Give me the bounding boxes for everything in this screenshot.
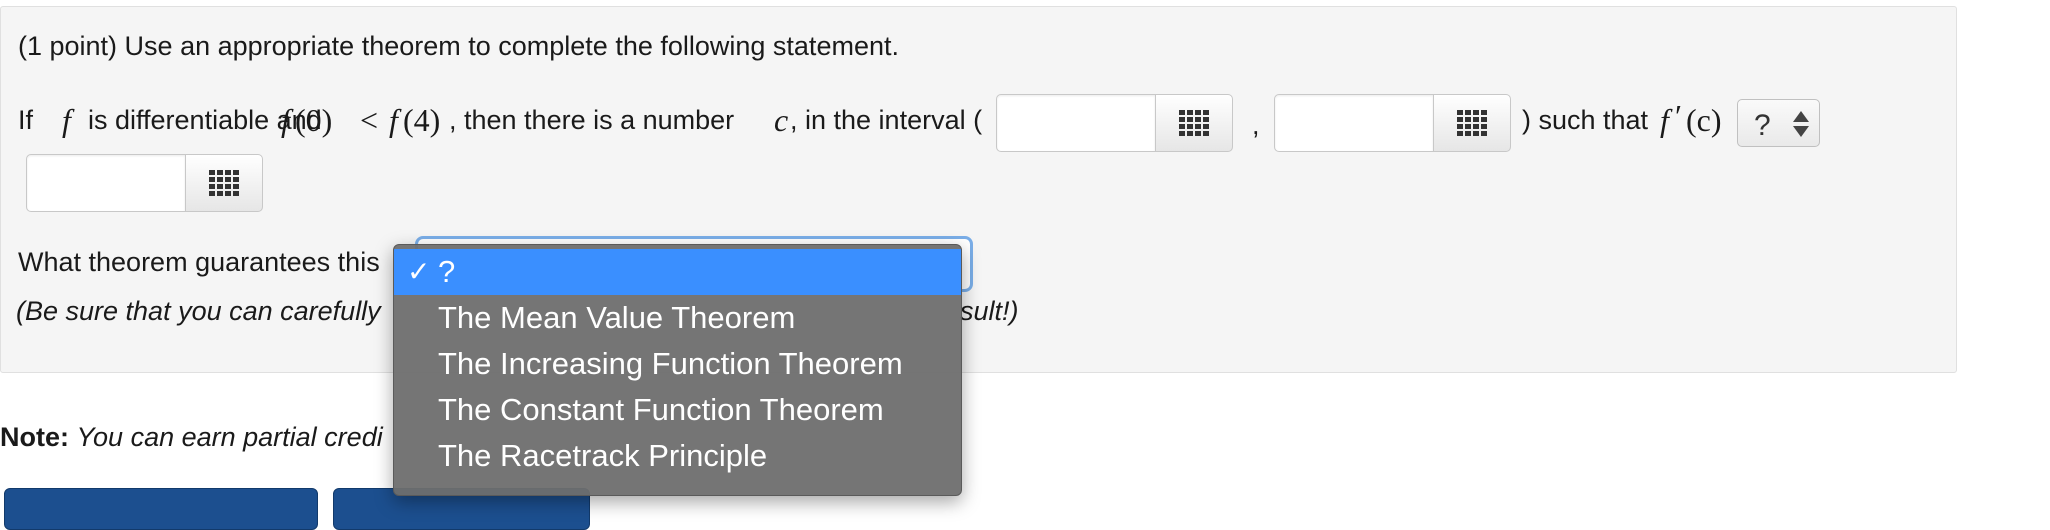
interval-comma: , bbox=[1252, 110, 1260, 140]
up-down-arrows-icon bbox=[1793, 110, 1809, 138]
dropdown-option-label: ? bbox=[438, 254, 456, 289]
dropdown-option-placeholder[interactable]: ✓ ? bbox=[394, 249, 961, 295]
note-label: Note: bbox=[0, 422, 69, 452]
preview-answers-button[interactable] bbox=[4, 488, 318, 530]
theorem-dropdown-menu: ✓ ? The Mean Value Theorem The Increasin… bbox=[393, 244, 962, 496]
math-f: f bbox=[62, 102, 71, 138]
note-line: Note: You can earn partial credi bbox=[0, 424, 383, 451]
dropdown-option-label: The Increasing Function Theorem bbox=[438, 346, 903, 381]
dropdown-option-label: The Mean Value Theorem bbox=[438, 300, 796, 335]
derivative-value-input[interactable] bbox=[26, 154, 186, 212]
dropdown-option-constant-function-theorem[interactable]: The Constant Function Theorem bbox=[394, 387, 961, 433]
dropdown-option-racetrack-principle[interactable]: The Racetrack Principle bbox=[394, 433, 961, 479]
note-text: You can earn partial credi bbox=[76, 422, 383, 452]
checkmark-icon: ✓ bbox=[407, 256, 431, 287]
math-fprime-f: f bbox=[1660, 102, 1669, 138]
grid-icon bbox=[1179, 110, 1209, 136]
dropdown-option-increasing-function-theorem[interactable]: The Increasing Function Theorem bbox=[394, 341, 961, 387]
problem-header: (1 point) Use an appropriate theorem to … bbox=[18, 31, 899, 61]
math-f4-arg: (4) bbox=[403, 102, 441, 138]
math-less-than: < bbox=[360, 102, 379, 138]
text-if: If bbox=[18, 105, 34, 135]
text-then: , then there is a number bbox=[449, 105, 735, 135]
theorem-question: What theorem guarantees this bbox=[18, 247, 380, 277]
math-f0-arg: (0) bbox=[295, 102, 333, 138]
dropdown-option-mean-value-theorem[interactable]: The Mean Value Theorem bbox=[394, 295, 961, 341]
dropdown-option-label: The Racetrack Principle bbox=[438, 438, 768, 473]
hint-text-left: (Be sure that you can carefully bbox=[16, 296, 381, 326]
relation-select-value: ? bbox=[1754, 109, 1771, 142]
math-prime: ′ bbox=[1675, 98, 1682, 134]
interval-end-input[interactable] bbox=[1274, 94, 1434, 152]
math-f4-f: f bbox=[389, 102, 398, 138]
math-f0-f: f bbox=[281, 102, 290, 138]
interval-start-math-button[interactable] bbox=[1155, 94, 1233, 152]
interval-start-input[interactable] bbox=[996, 94, 1156, 152]
text-interval: , in the interval ( bbox=[790, 105, 983, 135]
interval-end-math-button[interactable] bbox=[1433, 94, 1511, 152]
derivative-value-math-button[interactable] bbox=[185, 154, 263, 212]
relation-select[interactable]: ? bbox=[1737, 99, 1820, 147]
grid-icon bbox=[209, 170, 239, 196]
dropdown-option-label: The Constant Function Theorem bbox=[438, 392, 884, 427]
math-fprime-arg: (c) bbox=[1686, 102, 1722, 138]
math-c: c bbox=[774, 102, 789, 138]
grid-icon bbox=[1457, 110, 1487, 136]
text-such-that: ) such that bbox=[1522, 105, 1649, 135]
hint-text-right: sult!) bbox=[960, 296, 1019, 326]
